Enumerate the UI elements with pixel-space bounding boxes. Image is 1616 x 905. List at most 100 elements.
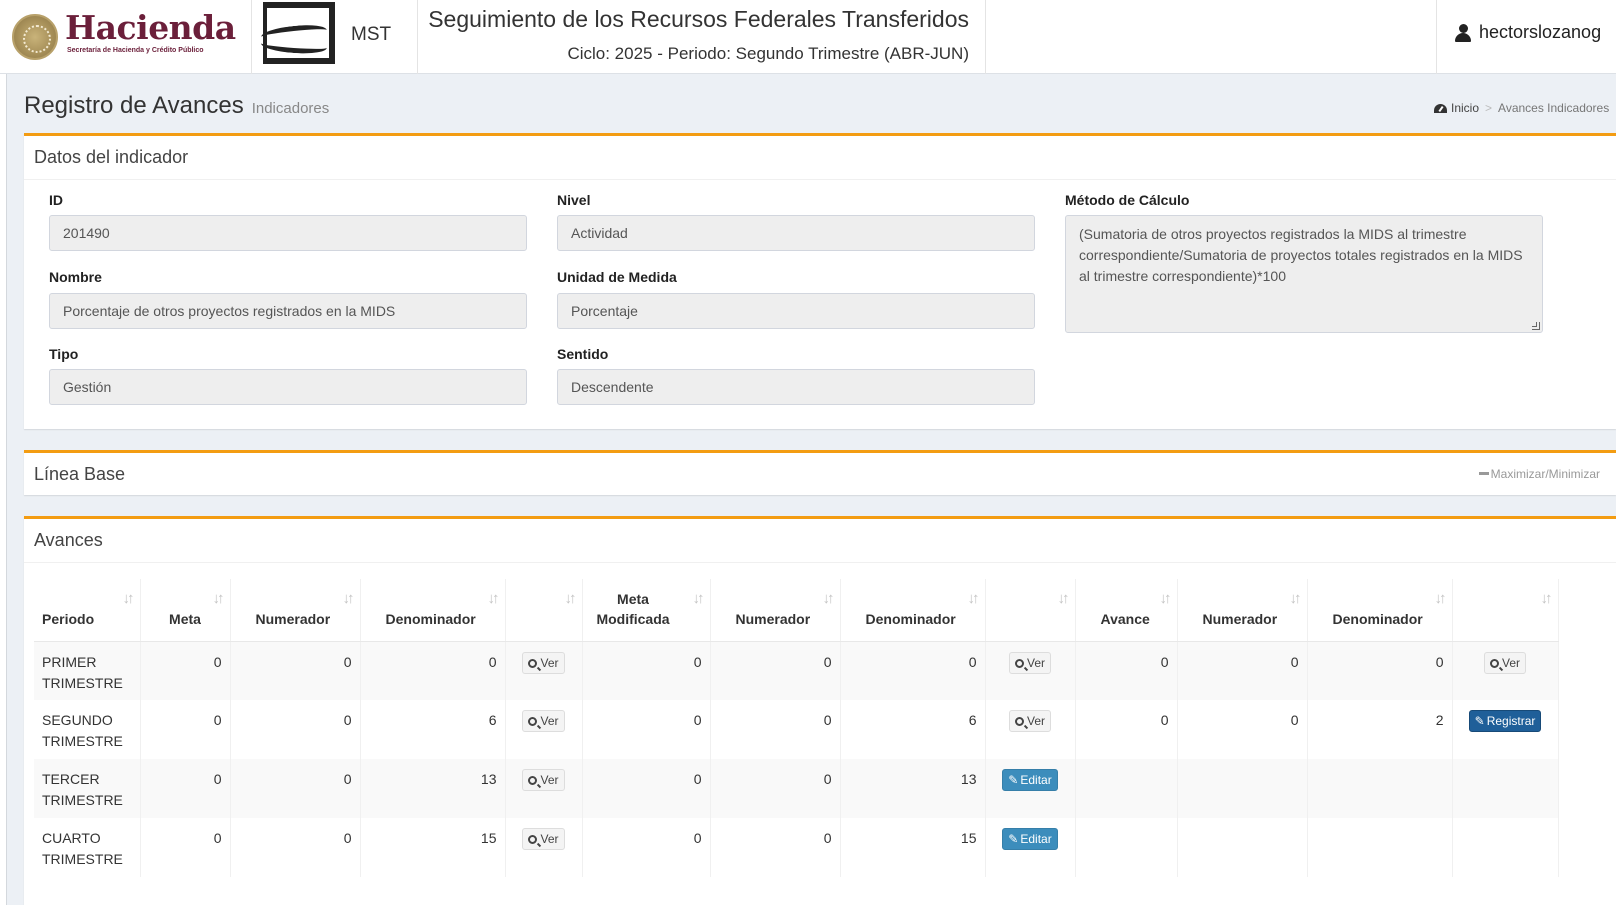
cell-denominador-2: 15 bbox=[840, 818, 986, 877]
user-menu[interactable]: hectorslozanog bbox=[1436, 0, 1616, 74]
cell-periodo: SEGUNDO TRIMESTRE bbox=[34, 700, 141, 759]
col-numerador-3[interactable]: Numerador ↓↑ bbox=[1177, 579, 1308, 642]
col-periodo-label: Periodo bbox=[42, 610, 95, 627]
sort-icon[interactable]: ↓↑ bbox=[1290, 589, 1302, 609]
col-meta[interactable]: Meta ↓↑ bbox=[140, 579, 231, 642]
linea-base-title: Línea Base bbox=[34, 464, 126, 484]
col-numerador[interactable]: Numerador ↓↑ bbox=[230, 579, 361, 642]
sort-icon[interactable]: ↓↑ bbox=[1435, 589, 1447, 609]
ver-button[interactable]: Ver bbox=[1483, 651, 1526, 674]
col-meta-modificada[interactable]: Meta Modificada ↓↑ bbox=[582, 579, 711, 642]
id-label: ID bbox=[49, 192, 63, 208]
col-denominador-3[interactable]: Denominador ↓↑ bbox=[1307, 579, 1453, 642]
search-plus-icon bbox=[1014, 658, 1024, 668]
sort-icon[interactable]: ↓↑ bbox=[1058, 589, 1070, 609]
tipo-field[interactable]: Gestión bbox=[49, 369, 527, 405]
avances-table-body: PRIMER TRIMESTRE 0 0 0 Ver 0 0 0 Ver 0 0 0 Ver SEGUND… bbox=[34, 641, 1559, 877]
username[interactable]: hectorslozanog bbox=[1479, 22, 1601, 43]
sort-icon[interactable]: ↓↑ bbox=[1160, 589, 1172, 609]
cell-accion-3 bbox=[1452, 759, 1559, 818]
cell-accion-1: Ver bbox=[505, 700, 583, 759]
sort-icon[interactable]: ↓↑ bbox=[213, 589, 225, 609]
cell-accion-2: Ver bbox=[985, 700, 1076, 759]
col-denominador-3-label: Denominador bbox=[1332, 610, 1423, 627]
sort-icon[interactable]: ↓↑ bbox=[488, 589, 500, 609]
cell-meta: 0 bbox=[140, 641, 231, 700]
datos-box-header: Datos del indicador bbox=[24, 136, 1616, 180]
dashboard-icon bbox=[1434, 104, 1447, 113]
sort-icon[interactable]: ↓↑ bbox=[1541, 589, 1553, 609]
registrar-button-label: Registrar bbox=[1486, 714, 1536, 728]
sentido-field[interactable]: Descendente bbox=[557, 369, 1035, 405]
nombre-field[interactable]: Porcentaje de otros proyectos registrado… bbox=[49, 293, 527, 329]
editar-button[interactable]: ✎ Editar bbox=[1002, 828, 1058, 850]
nivel-field[interactable]: Actividad bbox=[557, 215, 1035, 251]
col-accion-3[interactable]: ↓↑ bbox=[1452, 579, 1559, 642]
system-title: Seguimiento de los Recursos Federales Tr… bbox=[428, 6, 969, 32]
sort-icon[interactable]: ↓↑ bbox=[693, 589, 705, 609]
sort-icon[interactable]: ↓↑ bbox=[123, 589, 135, 609]
ver-button[interactable]: Ver bbox=[1008, 710, 1051, 732]
ver-button-label: Ver bbox=[540, 655, 559, 670]
sort-icon[interactable]: ↓↑ bbox=[565, 589, 577, 609]
col-numerador-3-label: Numerador bbox=[1202, 610, 1278, 627]
col-periodo[interactable]: Periodo ↓↑ bbox=[34, 579, 141, 642]
tipo-label: Tipo bbox=[49, 346, 79, 362]
system-title-block: Seguimiento de los Recursos Federales Tr… bbox=[418, 0, 986, 74]
cell-numerador-2: 0 bbox=[710, 818, 841, 877]
cell-avance bbox=[1075, 759, 1178, 818]
ver-button[interactable]: Ver bbox=[1008, 651, 1051, 674]
col-denominador-label: Denominador bbox=[385, 610, 476, 627]
cell-numerador-2: 0 bbox=[710, 759, 841, 818]
pencil-icon: ✎ bbox=[1008, 773, 1019, 787]
breadcrumb: Inicio > Avances Indicadores bbox=[1434, 101, 1609, 115]
metodo-textarea[interactable]: (Sumatoria de otros proyectos registrado… bbox=[1065, 215, 1543, 333]
ver-button[interactable]: Ver bbox=[522, 710, 565, 732]
sort-icon[interactable]: ↓↑ bbox=[343, 589, 355, 609]
ver-button-label: Ver bbox=[540, 832, 559, 846]
cell-denominador: 6 bbox=[360, 700, 506, 759]
ver-button[interactable]: Ver bbox=[522, 769, 565, 791]
ver-button[interactable]: Ver bbox=[522, 651, 565, 674]
col-ver-1[interactable]: ↓↑ bbox=[505, 579, 583, 642]
id-field[interactable]: 201490 bbox=[49, 215, 527, 251]
cell-denominador-2: 0 bbox=[840, 641, 986, 700]
col-accion-2[interactable]: ↓↑ bbox=[985, 579, 1076, 642]
cell-accion-3: Ver bbox=[1452, 641, 1559, 700]
table-row: SEGUNDO TRIMESTRE 0 0 6 Ver 0 0 6 Ver 0 0 2 ✎ Registr… bbox=[34, 700, 1559, 759]
table-row: CUARTO TRIMESTRE 0 0 15 Ver 0 0 15 ✎ Editar bbox=[34, 818, 1559, 877]
metodo-text: (Sumatoria de otros proyectos registrado… bbox=[1079, 226, 1523, 284]
ver-button-label: Ver bbox=[1026, 714, 1045, 728]
cell-numerador-3: 0 bbox=[1177, 641, 1308, 700]
cell-accion-1: Ver bbox=[505, 759, 583, 818]
cell-denominador-3: 0 bbox=[1307, 641, 1453, 700]
col-denominador[interactable]: Denominador ↓↑ bbox=[360, 579, 506, 642]
sort-icon[interactable]: ↓↑ bbox=[823, 589, 835, 609]
breadcrumb-current: Avances Indicadores bbox=[1498, 101, 1610, 115]
cell-denominador-2: 6 bbox=[840, 700, 986, 759]
table-header-row: Periodo ↓↑ Meta ↓↑ Numerador ↓↑ Denominador… bbox=[34, 579, 1559, 642]
col-numerador-2[interactable]: Numerador ↓↑ bbox=[710, 579, 841, 642]
breadcrumb-home[interactable]: Inicio bbox=[1451, 101, 1479, 115]
col-denominador-2[interactable]: Denominador ↓↑ bbox=[840, 579, 986, 642]
ver-button[interactable]: Ver bbox=[522, 828, 565, 850]
ver-button-label: Ver bbox=[1501, 655, 1520, 670]
col-avance[interactable]: Avance ↓↑ bbox=[1075, 579, 1178, 642]
registrar-button[interactable]: ✎ Registrar bbox=[1468, 710, 1542, 732]
cell-denominador-3 bbox=[1307, 759, 1453, 818]
top-header: Hacienda Secretaría de Hacienda y Crédit… bbox=[0, 0, 1616, 74]
cell-denominador-3: 2 bbox=[1307, 700, 1453, 759]
brand-word: Hacienda bbox=[65, 8, 236, 47]
editar-button-label: Editar bbox=[1020, 832, 1052, 846]
search-plus-icon bbox=[528, 776, 538, 785]
editar-button[interactable]: ✎ Editar bbox=[1002, 769, 1058, 791]
mst-logo[interactable]: MST bbox=[253, 0, 418, 74]
cell-avance: 0 bbox=[1075, 641, 1178, 700]
cell-numerador: 0 bbox=[230, 641, 361, 700]
sort-icon[interactable]: ↓↑ bbox=[968, 589, 980, 609]
unidad-field[interactable]: Porcentaje bbox=[557, 293, 1035, 329]
maximize-minimize-button[interactable]: Maximizar/Minimizar bbox=[1478, 467, 1600, 481]
cell-numerador-3: 0 bbox=[1177, 700, 1308, 759]
hacienda-logo[interactable]: Hacienda Secretaría de Hacienda y Crédit… bbox=[0, 0, 252, 74]
resize-handle-icon[interactable] bbox=[1532, 322, 1540, 330]
